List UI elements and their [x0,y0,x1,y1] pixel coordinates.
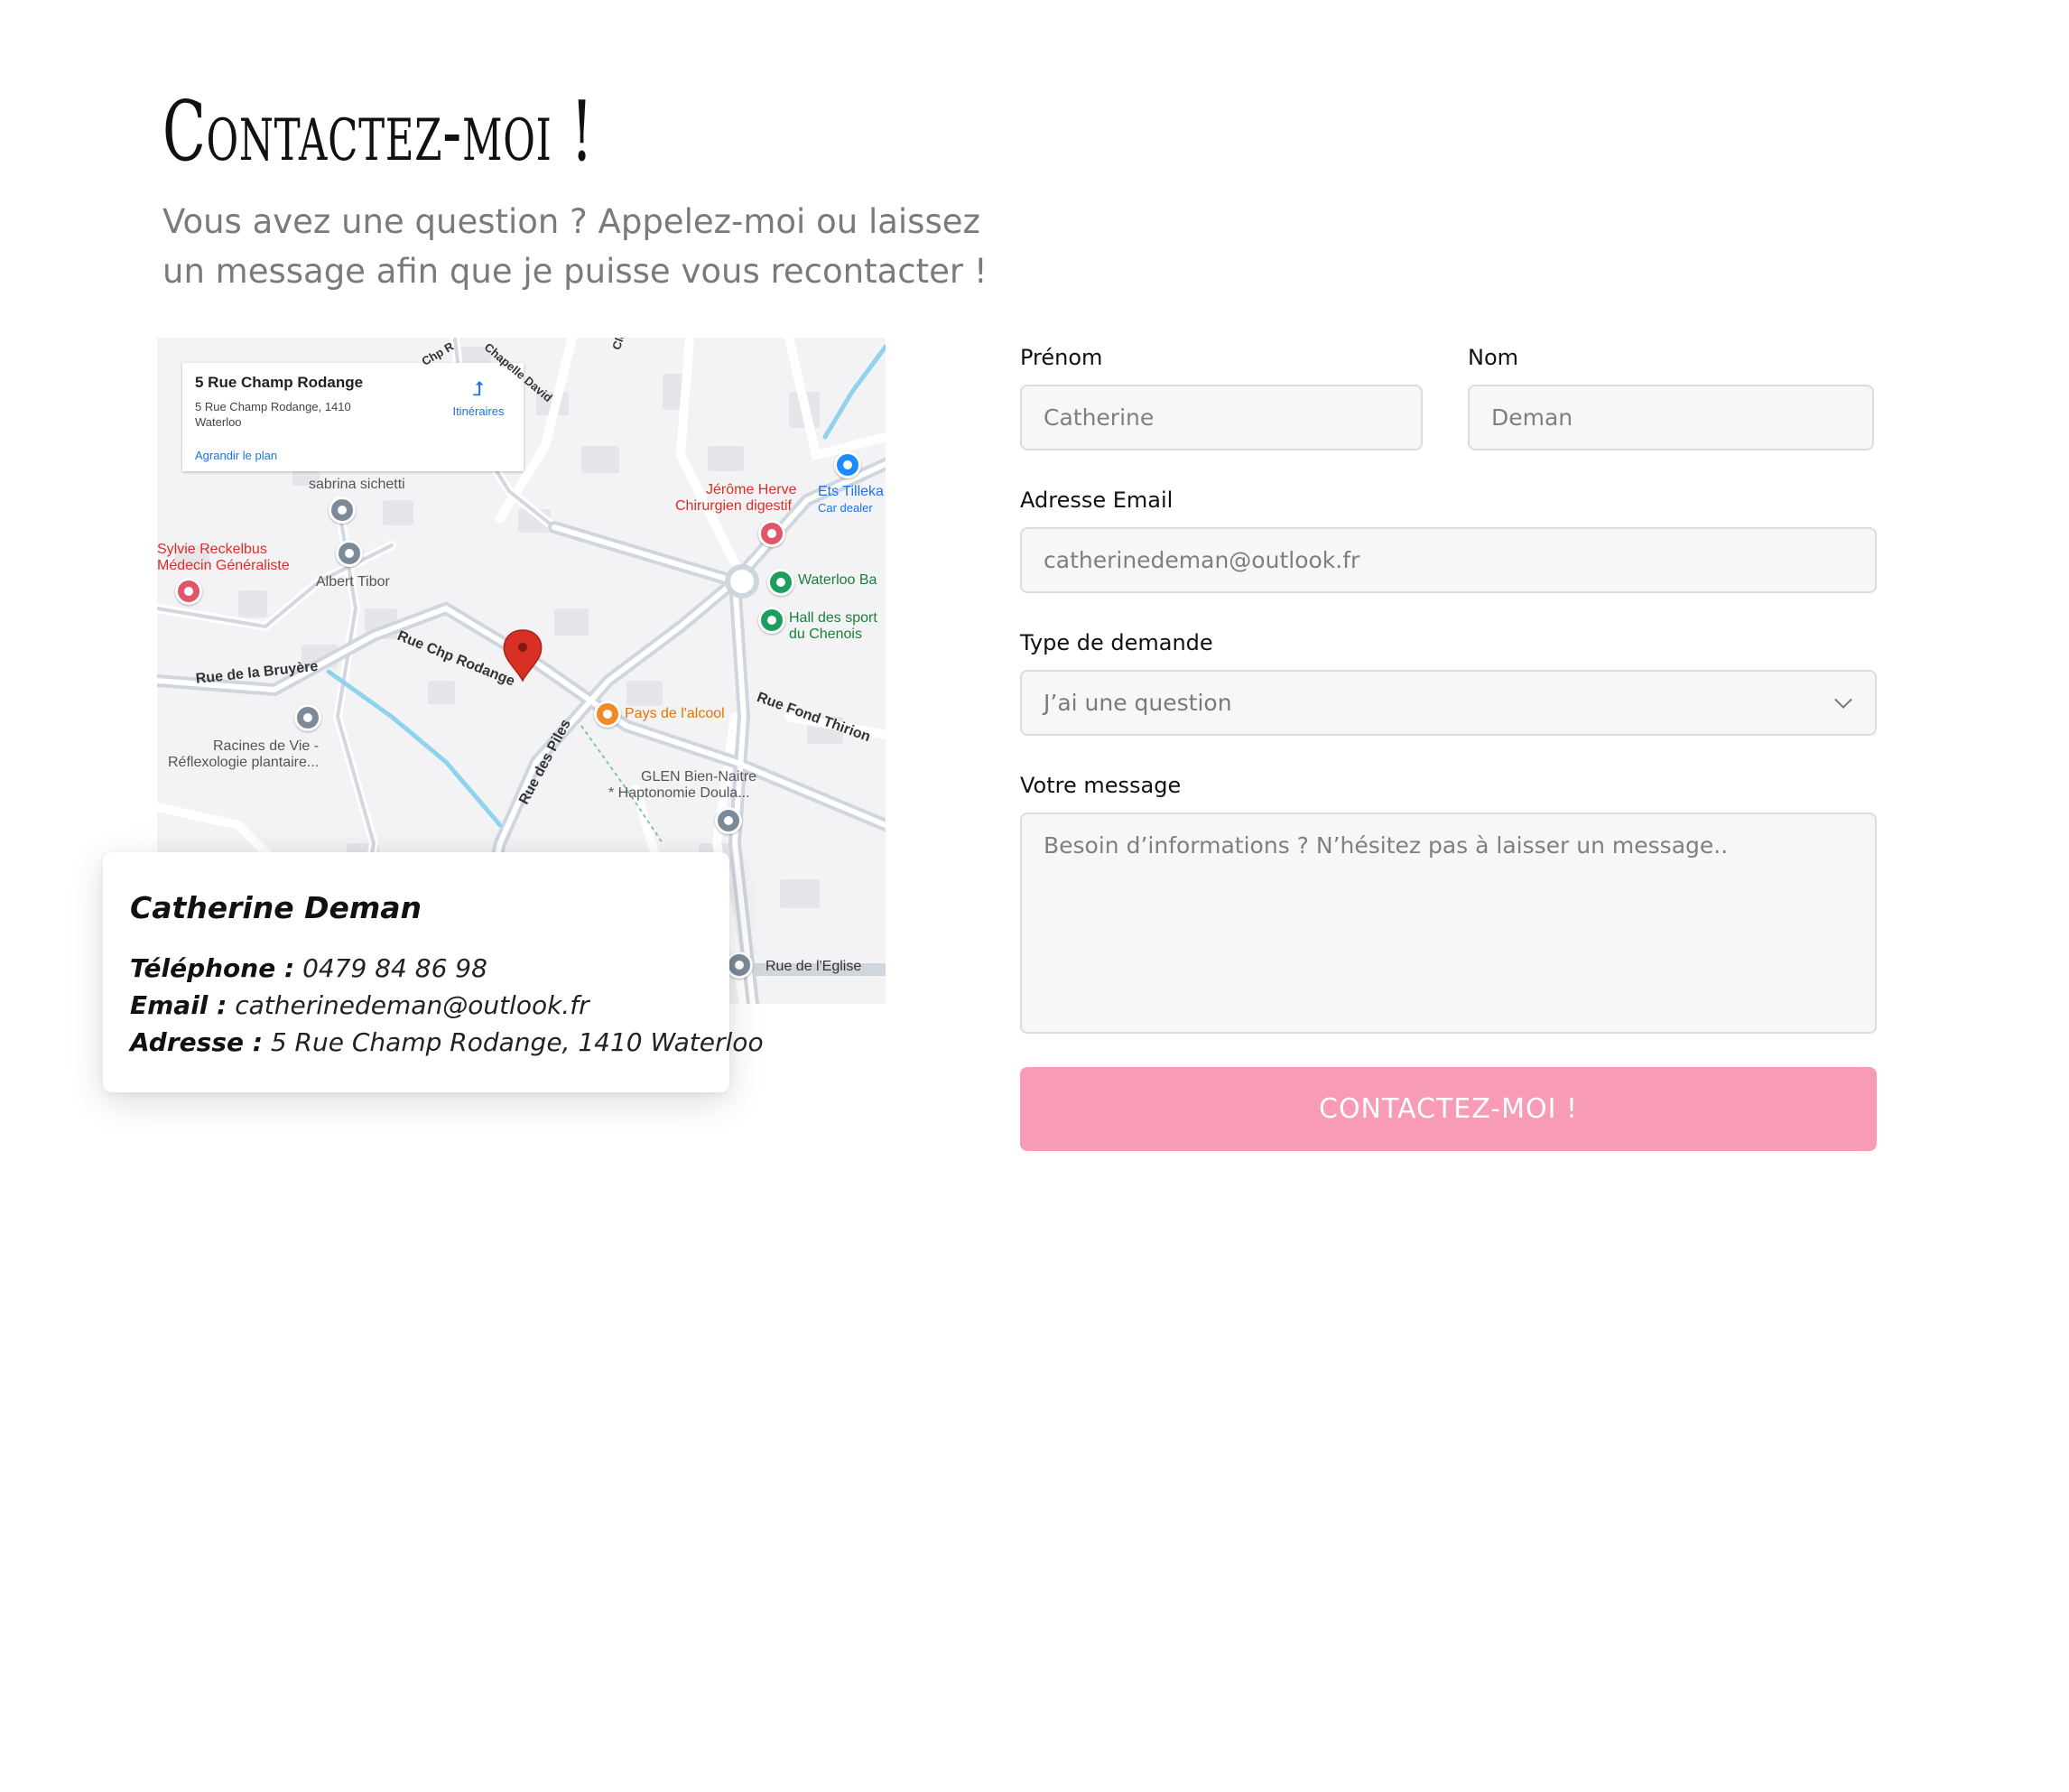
map-label: GLEN Bien-Naitre [641,769,757,785]
map-poi-pin[interactable] [758,607,785,634]
contact-address: 5 Rue Champ Rodange, 1410 Waterloo [270,1027,764,1057]
map-label: Albert Tibor [316,574,390,590]
directions-label: Itinéraires [452,404,505,418]
lastname-label: Nom [1468,345,1519,370]
map-poi-pin[interactable] [758,520,785,547]
contact-phone-line: Téléphone : 0479 84 86 98 [130,953,487,983]
contact-phone-label: Téléphone : [130,953,295,983]
map-poi-pin[interactable] [715,807,742,834]
map-poi-pin[interactable] [767,569,794,596]
message-textarea[interactable] [1020,812,1877,1034]
submit-button[interactable]: CONTACTEZ-MOI ! [1020,1067,1877,1151]
map-place-address: 5 Rue Champ Rodange, 1410 Waterloo [195,400,351,429]
message-label: Votre message [1020,773,1182,798]
map-label: * Haptonomie Doula... [608,785,750,801]
contact-email[interactable]: catherinedeman@outlook.fr [235,990,589,1020]
map-poi-pin[interactable] [175,578,202,605]
map-poi-pin[interactable] [329,497,356,524]
map-place-card: 5 Rue Champ Rodange 5 Rue Champ Rodange,… [182,363,524,471]
firstname-input[interactable] [1020,385,1423,450]
contact-address-label: Adresse : [130,1027,263,1057]
firstname-label: Prénom [1020,345,1103,370]
map-place-title: 5 Rue Champ Rodange [195,374,364,391]
page-title: Contactez-moi ! [162,83,594,180]
email-label: Adresse Email [1020,487,1174,513]
map-label: Hall des sport [789,610,877,626]
map-label: Médecin Généraliste [157,558,290,573]
map-label: du Chenois [789,627,862,642]
map-label: Jérôme Herve [706,482,797,497]
map-street-label: Rue de l'Eglise [765,959,862,974]
contact-email-line: Email : catherinedeman@outlook.fr [130,990,589,1020]
map-poi-pin[interactable] [294,704,321,731]
lastname-input[interactable] [1468,385,1874,450]
map-label: sabrina sichetti [309,477,405,492]
contact-info-card: Catherine Deman Téléphone : 0479 84 86 9… [103,852,764,1092]
contact-phone[interactable]: 0479 84 86 98 [302,953,487,983]
email-input[interactable] [1020,527,1877,593]
page-subtitle: Vous avez une question ? Appelez-moi ou … [162,202,988,291]
request-type-label: Type de demande [1020,630,1213,655]
map-label: Chirurgien digestif [675,498,792,514]
map-poi-pin[interactable] [336,540,363,567]
directions-icon: ⮥ [472,377,485,400]
directions-button[interactable]: ⮥ Itinéraires [442,377,515,418]
map-label: Réflexologie plantaire... [168,755,320,770]
request-type-value: J’ai une question [1044,690,1232,716]
contact-email-label: Email : [130,990,227,1020]
chevron-down-icon [1834,691,1852,709]
map-label: Sylvie Reckelbus [157,542,267,557]
map-label: Pays de l'alcool [625,706,725,721]
map-label: Car dealer [818,501,873,515]
map-poi-pin[interactable] [594,701,621,728]
map-poi-pin[interactable] [726,952,753,979]
contact-address-line: Adresse : 5 Rue Champ Rodange, 1410 Wate… [130,1027,764,1057]
enlarge-map-link[interactable]: Agrandir le plan [195,449,277,462]
request-type-select[interactable]: J’ai une question [1020,670,1877,736]
map-poi-pin[interactable] [834,451,861,478]
map-label: Waterloo Ba [798,572,877,588]
map-label: Racines de Vie - [213,738,320,754]
contact-name: Catherine Deman [130,890,422,925]
map-label: Ets Tilleka [818,484,884,499]
